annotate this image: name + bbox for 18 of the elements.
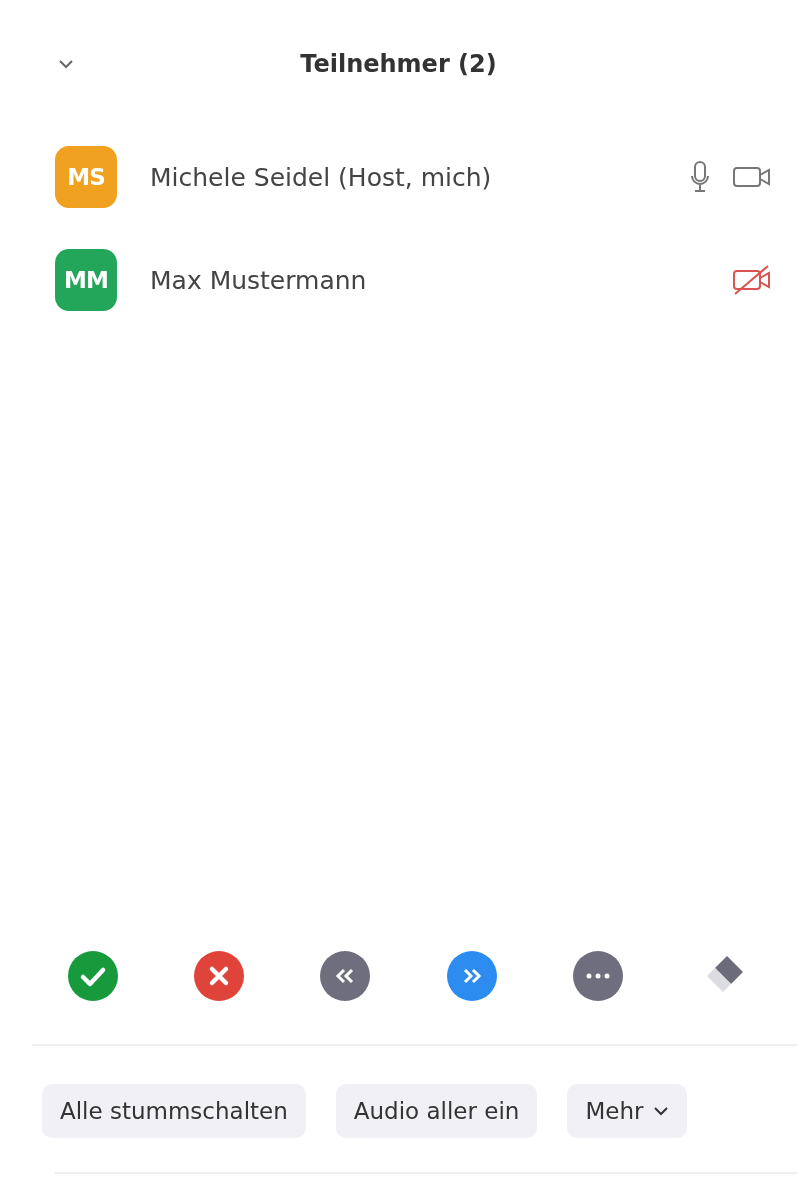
microphone-icon[interactable]: [690, 161, 710, 193]
camera-off-icon[interactable]: [732, 265, 772, 295]
more-dropdown-button[interactable]: Mehr: [567, 1084, 688, 1138]
participant-name: Michele Seidel (Host, mich): [150, 162, 493, 192]
check-icon[interactable]: [68, 951, 118, 1001]
more-icon[interactable]: [572, 951, 623, 1001]
avatar: MM: [55, 249, 117, 311]
camera-icon[interactable]: [732, 165, 772, 189]
caret-icon: [653, 1106, 670, 1116]
avatar: MS: [55, 146, 117, 208]
fast-forward-icon[interactable]: [446, 951, 497, 1001]
action-button[interactable]: Audio aller ein: [335, 1084, 538, 1138]
action-button[interactable]: Alle stummschalten: [42, 1084, 306, 1138]
participant-name: Max Mustermann: [150, 265, 368, 295]
rewind-icon[interactable]: [320, 951, 371, 1001]
cross-icon[interactable]: [194, 951, 245, 1001]
panel-title: Teilnehmer (2): [300, 50, 497, 78]
collapse-icon[interactable]: [58, 59, 74, 69]
